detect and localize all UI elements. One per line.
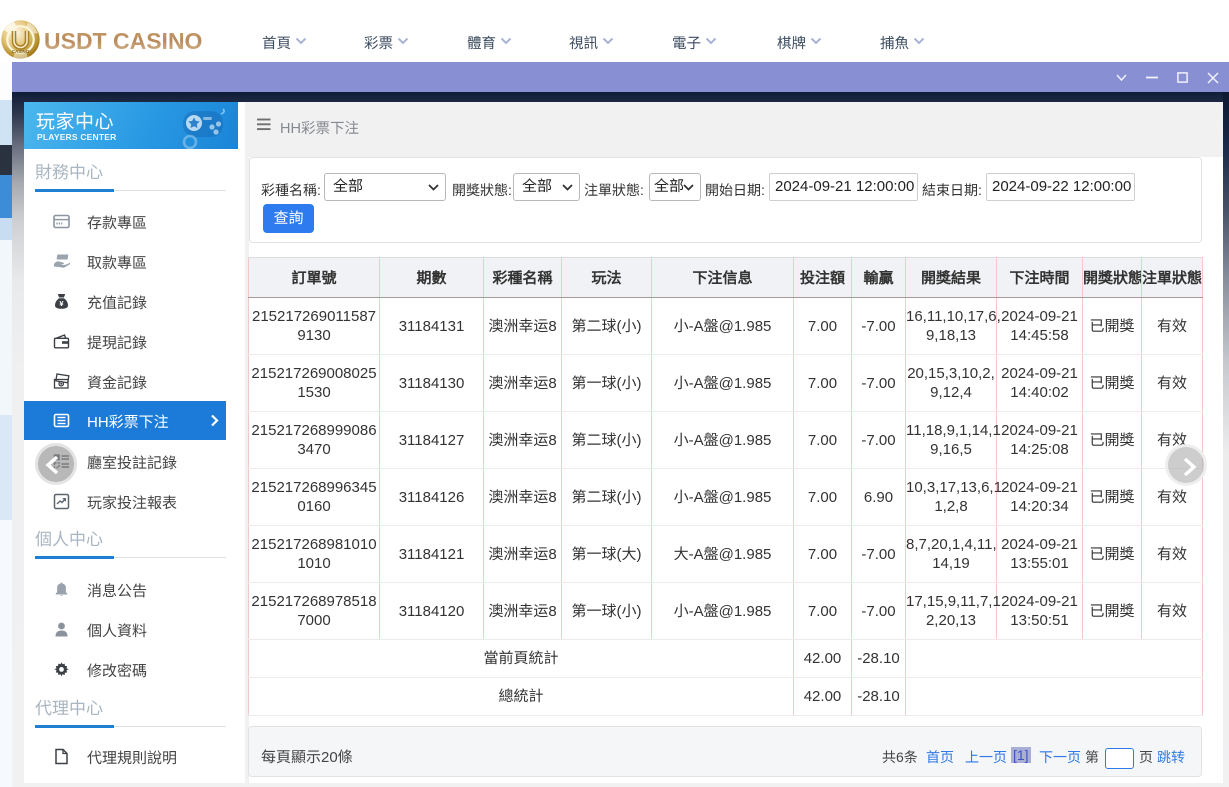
svg-text:CASINO: CASINO <box>12 49 30 54</box>
